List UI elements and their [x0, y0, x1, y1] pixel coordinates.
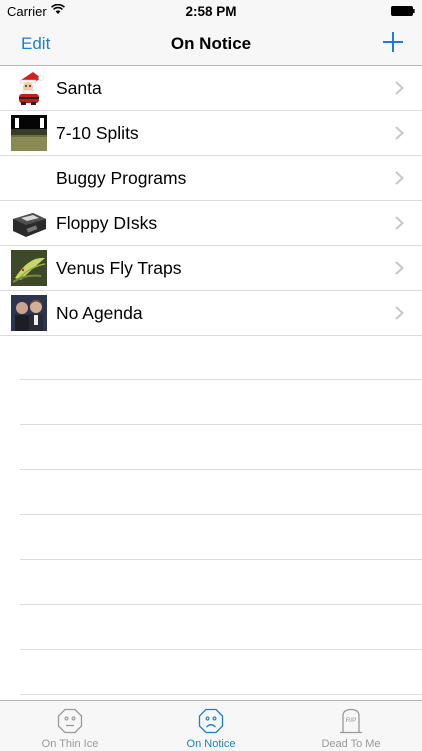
list-item-label: Venus Fly Traps [56, 258, 182, 278]
chevron-right-icon [395, 126, 404, 140]
bowling-image [11, 115, 47, 151]
chevron-right-icon [395, 171, 404, 185]
list-item[interactable]: Venus Fly Traps [0, 246, 422, 291]
list-item[interactable]: No Agenda [0, 291, 422, 336]
table-separator [20, 515, 422, 560]
tab-on-notice[interactable]: On Notice [141, 701, 281, 751]
status-time: 2:58 PM [185, 4, 237, 19]
list-item-label: Floppy DIsks [56, 213, 158, 233]
list-item-label: Santa [56, 78, 102, 98]
list-item[interactable]: Floppy DIsks [0, 201, 422, 246]
notice-list: Santa 7-10 Splits Buggy Programs Floppy … [0, 66, 422, 336]
table-separator [20, 380, 422, 425]
no-agenda-image [11, 295, 47, 331]
battery-icon [391, 6, 415, 16]
list-item[interactable]: Santa [0, 66, 422, 111]
page-title: On Notice [170, 34, 252, 53]
empty-table-area [20, 335, 422, 695]
chevron-right-icon [395, 81, 404, 95]
list-item-label: Buggy Programs [56, 168, 187, 188]
table-separator [20, 605, 422, 650]
table-separator [20, 470, 422, 515]
navigation-bar: Edit On Notice [0, 22, 422, 66]
table-separator [20, 560, 422, 605]
frown-face-icon [198, 708, 224, 734]
chevron-right-icon [395, 306, 404, 320]
tombstone-icon: RIP [340, 708, 362, 734]
tab-label: On Thin Ice [41, 738, 99, 750]
table-separator [20, 650, 422, 695]
tab-bar: On Thin Ice On Notice RIP Dead To Me [0, 700, 422, 751]
neutral-face-icon [57, 708, 83, 734]
floppy-disk-image [11, 205, 47, 241]
tab-on-thin-ice[interactable]: On Thin Ice [0, 701, 140, 751]
chevron-right-icon [395, 261, 404, 275]
list-item-label: No Agenda [56, 303, 143, 323]
tab-label: Dead To Me [321, 738, 381, 750]
list-item[interactable]: 7-10 Splits [0, 111, 422, 156]
venus-fly-trap-image [11, 250, 47, 286]
list-item-label: 7-10 Splits [56, 123, 139, 143]
status-bar: Carrier 2:58 PM [0, 0, 422, 22]
santa-image [11, 70, 47, 106]
plus-icon[interactable] [382, 31, 404, 53]
tab-dead-to-me[interactable]: RIP Dead To Me [281, 701, 421, 751]
tombstone-text: RIP [346, 717, 357, 724]
chevron-right-icon [395, 216, 404, 230]
table-separator [20, 335, 422, 380]
table-separator [20, 425, 422, 470]
list-item[interactable]: Buggy Programs [0, 156, 422, 201]
tab-label: On Notice [186, 738, 236, 750]
